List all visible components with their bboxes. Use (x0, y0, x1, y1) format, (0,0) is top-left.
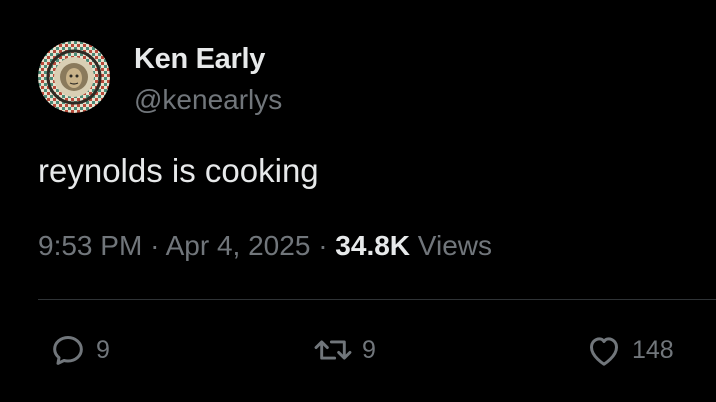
tweet-meta: 9:53 PM · Apr 4, 2025 · 34.8K Views (38, 230, 492, 262)
meta-separator: · (318, 230, 328, 261)
tweet-time[interactable]: 9:53 PM (38, 230, 142, 261)
reply-count: 9 (96, 335, 110, 364)
retweet-count: 9 (362, 335, 376, 364)
author-display-name[interactable]: Ken Early (134, 43, 265, 76)
reply-icon (53, 336, 83, 365)
mosaic-medusa-icon (38, 41, 110, 113)
retweet-icon (314, 340, 352, 360)
tweet-date[interactable]: Apr 4, 2025 (166, 230, 311, 261)
meta-separator: · (150, 230, 160, 261)
heart-icon (590, 337, 618, 366)
views-label: Views (417, 230, 492, 261)
retweet-button[interactable]: 9 (312, 328, 376, 372)
divider (38, 299, 716, 300)
author-handle[interactable]: @kenearlys (134, 84, 282, 116)
views-count[interactable]: 34.8K (335, 230, 410, 261)
reply-button[interactable]: 9 (48, 328, 110, 372)
avatar[interactable] (38, 41, 110, 113)
like-count: 148 (632, 335, 674, 364)
like-button[interactable]: 148 (584, 328, 674, 372)
tweet-text: reynolds is cooking (38, 152, 319, 189)
